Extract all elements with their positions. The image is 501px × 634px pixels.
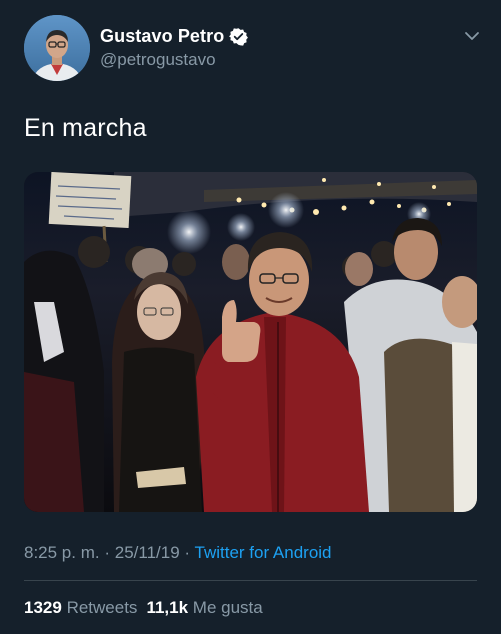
retweets-count: 1329 [24, 598, 62, 617]
meta-separator: · [184, 543, 191, 562]
tweet-meta: 8:25 p. m. · 25/11/19 · Twitter for Andr… [24, 543, 332, 563]
tweet-stats: 1329 Retweets 11,1k Me gusta [24, 598, 263, 618]
verified-badge-icon [229, 27, 249, 46]
avatar[interactable] [24, 15, 90, 81]
author-info: Gustavo Petro @petrogustavo [100, 24, 249, 70]
tweet-date[interactable]: 25/11/19 [115, 543, 180, 562]
retweets-label: Retweets [66, 598, 138, 617]
likes-stat[interactable]: 11,1k Me gusta [146, 598, 262, 617]
tweet-photo[interactable] [24, 172, 477, 512]
tweet-text: En marcha [24, 114, 147, 142]
tweet-time[interactable]: 8:25 p. m. [24, 543, 100, 562]
tweet-card: Gustavo Petro @petrogustavo En marcha 8:… [0, 0, 501, 634]
retweets-stat[interactable]: 1329 Retweets [24, 598, 137, 617]
likes-label: Me gusta [192, 598, 263, 617]
tweet-source-link[interactable]: Twitter for Android [195, 543, 332, 562]
chevron-down-icon[interactable] [462, 26, 482, 46]
meta-separator: · [104, 543, 111, 562]
handle[interactable]: @petrogustavo [100, 50, 248, 70]
display-name[interactable]: Gustavo Petro [100, 26, 224, 47]
divider [24, 580, 477, 581]
likes-count: 11,1k [146, 598, 189, 617]
